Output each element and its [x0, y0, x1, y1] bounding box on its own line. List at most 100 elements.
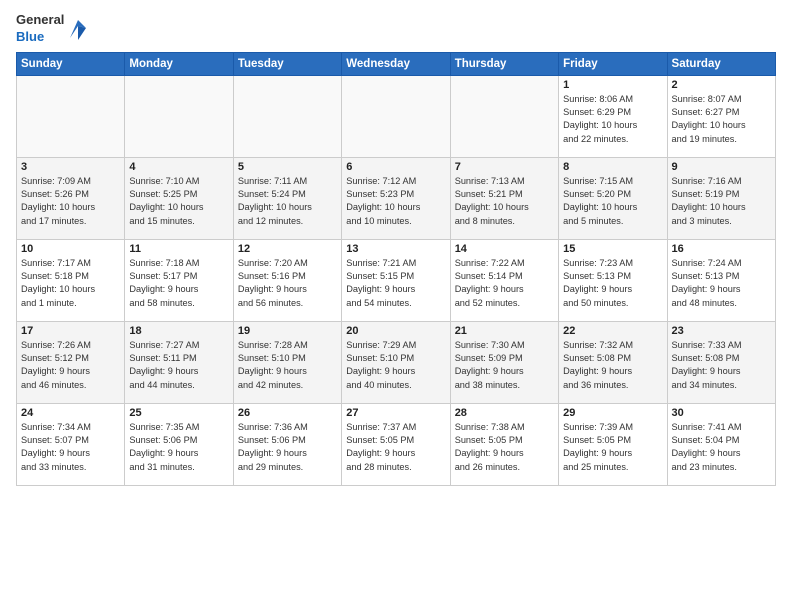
calendar-cell: 15Sunrise: 7:23 AMSunset: 5:13 PMDayligh…: [559, 239, 667, 321]
weekday-header-row: SundayMondayTuesdayWednesdayThursdayFrid…: [17, 52, 776, 75]
day-number: 27: [346, 407, 445, 419]
day-info: Sunrise: 8:06 AMSunset: 6:29 PMDaylight:…: [563, 93, 662, 146]
day-info: Sunrise: 7:11 AMSunset: 5:24 PMDaylight:…: [238, 175, 337, 228]
day-number: 4: [129, 161, 228, 173]
day-info: Sunrise: 7:18 AMSunset: 5:17 PMDaylight:…: [129, 257, 228, 310]
weekday-header-friday: Friday: [559, 52, 667, 75]
day-number: 15: [563, 243, 662, 255]
logo-text: General Blue: [16, 12, 64, 46]
calendar-cell: 17Sunrise: 7:26 AMSunset: 5:12 PMDayligh…: [17, 321, 125, 403]
day-number: 30: [672, 407, 771, 419]
day-info: Sunrise: 7:39 AMSunset: 5:05 PMDaylight:…: [563, 421, 662, 474]
day-number: 8: [563, 161, 662, 173]
calendar-cell: 6 Sunrise: 7:12 AMSunset: 5:23 PMDaylight…: [342, 157, 450, 239]
day-number: 24: [21, 407, 120, 419]
calendar-cell: 12 Sunrise: 7:20 AMSunset: 5:16 PMDayligh…: [233, 239, 341, 321]
calendar-cell: 22 Sunrise: 7:32 AMSunset: 5:08 PMDayligh…: [559, 321, 667, 403]
calendar-cell: 9 Sunrise: 7:16 AMSunset: 5:19 PMDaylight…: [667, 157, 775, 239]
logo-bird-icon: [68, 18, 86, 40]
day-info: Sunrise: 7:37 AMSunset: 5:05 PMDaylight:…: [346, 421, 445, 474]
day-number: 12: [238, 243, 337, 255]
day-number: 19: [238, 325, 337, 337]
calendar-cell: [342, 75, 450, 157]
calendar-cell: 7 Sunrise: 7:13 AMSunset: 5:21 PMDaylight…: [450, 157, 558, 239]
day-info: Sunrise: 7:38 AMSunset: 5:05 PMDaylight:…: [455, 421, 554, 474]
header: General Blue: [16, 12, 776, 46]
day-number: 1: [563, 79, 662, 91]
calendar-cell: 19Sunrise: 7:28 AMSunset: 5:10 PMDayligh…: [233, 321, 341, 403]
calendar-cell: 28 Sunrise: 7:38 AMSunset: 5:05 PMDayligh…: [450, 403, 558, 485]
day-info: Sunrise: 7:22 AMSunset: 5:14 PMDaylight:…: [455, 257, 554, 310]
calendar-cell: 29Sunrise: 7:39 AMSunset: 5:05 PMDayligh…: [559, 403, 667, 485]
day-info: Sunrise: 7:20 AMSunset: 5:16 PMDaylight:…: [238, 257, 337, 310]
day-info: Sunrise: 7:21 AMSunset: 5:15 PMDaylight:…: [346, 257, 445, 310]
calendar-cell: 1 Sunrise: 8:06 AMSunset: 6:29 PMDaylight…: [559, 75, 667, 157]
day-number: 28: [455, 407, 554, 419]
day-number: 26: [238, 407, 337, 419]
day-info: Sunrise: 7:13 AMSunset: 5:21 PMDaylight:…: [455, 175, 554, 228]
day-info: Sunrise: 7:41 AMSunset: 5:04 PMDaylight:…: [672, 421, 771, 474]
calendar-cell: 10Sunrise: 7:17 AMSunset: 5:18 PMDayligh…: [17, 239, 125, 321]
day-number: 14: [455, 243, 554, 255]
page: General Blue SundayMondayTuesdayWednesda…: [0, 0, 792, 612]
day-number: 7: [455, 161, 554, 173]
calendar-week-row: 3 Sunrise: 7:09 AMSunset: 5:26 PMDaylight…: [17, 157, 776, 239]
day-info: Sunrise: 7:27 AMSunset: 5:11 PMDaylight:…: [129, 339, 228, 392]
day-number: 3: [21, 161, 120, 173]
day-number: 23: [672, 325, 771, 337]
day-info: Sunrise: 7:34 AMSunset: 5:07 PMDaylight:…: [21, 421, 120, 474]
weekday-header-saturday: Saturday: [667, 52, 775, 75]
day-info: Sunrise: 7:30 AMSunset: 5:09 PMDaylight:…: [455, 339, 554, 392]
calendar-week-row: 10Sunrise: 7:17 AMSunset: 5:18 PMDayligh…: [17, 239, 776, 321]
calendar-cell: 16 Sunrise: 7:24 AMSunset: 5:13 PMDayligh…: [667, 239, 775, 321]
day-info: Sunrise: 7:26 AMSunset: 5:12 PMDaylight:…: [21, 339, 120, 392]
calendar-cell: 23 Sunrise: 7:33 AMSunset: 5:08 PMDayligh…: [667, 321, 775, 403]
day-number: 25: [129, 407, 228, 419]
day-info: Sunrise: 7:16 AMSunset: 5:19 PMDaylight:…: [672, 175, 771, 228]
calendar-cell: 8 Sunrise: 7:15 AMSunset: 5:20 PMDaylight…: [559, 157, 667, 239]
day-number: 16: [672, 243, 771, 255]
calendar-cell: 5 Sunrise: 7:11 AMSunset: 5:24 PMDaylight…: [233, 157, 341, 239]
day-info: Sunrise: 8:07 AMSunset: 6:27 PMDaylight:…: [672, 93, 771, 146]
calendar-cell: 14 Sunrise: 7:22 AMSunset: 5:14 PMDayligh…: [450, 239, 558, 321]
calendar-cell: 26 Sunrise: 7:36 AMSunset: 5:06 PMDayligh…: [233, 403, 341, 485]
calendar-cell: [450, 75, 558, 157]
day-number: 20: [346, 325, 445, 337]
day-number: 2: [672, 79, 771, 91]
day-number: 18: [129, 325, 228, 337]
day-number: 9: [672, 161, 771, 173]
day-info: Sunrise: 7:12 AMSunset: 5:23 PMDaylight:…: [346, 175, 445, 228]
calendar-table: SundayMondayTuesdayWednesdayThursdayFrid…: [16, 52, 776, 486]
calendar-week-row: 1 Sunrise: 8:06 AMSunset: 6:29 PMDaylight…: [17, 75, 776, 157]
day-info: Sunrise: 7:15 AMSunset: 5:20 PMDaylight:…: [563, 175, 662, 228]
weekday-header-thursday: Thursday: [450, 52, 558, 75]
calendar-cell: 4Sunrise: 7:10 AMSunset: 5:25 PMDaylight…: [125, 157, 233, 239]
day-number: 22: [563, 325, 662, 337]
weekday-header-tuesday: Tuesday: [233, 52, 341, 75]
day-number: 5: [238, 161, 337, 173]
calendar-cell: 25 Sunrise: 7:35 AMSunset: 5:06 PMDayligh…: [125, 403, 233, 485]
day-number: 6: [346, 161, 445, 173]
day-number: 10: [21, 243, 120, 255]
calendar-cell: 27 Sunrise: 7:37 AMSunset: 5:05 PMDayligh…: [342, 403, 450, 485]
weekday-header-sunday: Sunday: [17, 52, 125, 75]
calendar-cell: [233, 75, 341, 157]
day-number: 21: [455, 325, 554, 337]
day-info: Sunrise: 7:09 AMSunset: 5:26 PMDaylight:…: [21, 175, 120, 228]
calendar-week-row: 17Sunrise: 7:26 AMSunset: 5:12 PMDayligh…: [17, 321, 776, 403]
calendar-cell: 21 Sunrise: 7:30 AMSunset: 5:09 PMDayligh…: [450, 321, 558, 403]
day-info: Sunrise: 7:32 AMSunset: 5:08 PMDaylight:…: [563, 339, 662, 392]
calendar-cell: [125, 75, 233, 157]
calendar-cell: 11 Sunrise: 7:18 AMSunset: 5:17 PMDayligh…: [125, 239, 233, 321]
calendar-cell: 24 Sunrise: 7:34 AMSunset: 5:07 PMDayligh…: [17, 403, 125, 485]
weekday-header-wednesday: Wednesday: [342, 52, 450, 75]
day-info: Sunrise: 7:33 AMSunset: 5:08 PMDaylight:…: [672, 339, 771, 392]
day-info: Sunrise: 7:35 AMSunset: 5:06 PMDaylight:…: [129, 421, 228, 474]
day-number: 11: [129, 243, 228, 255]
day-info: Sunrise: 7:24 AMSunset: 5:13 PMDaylight:…: [672, 257, 771, 310]
calendar-cell: [17, 75, 125, 157]
calendar-cell: 18 Sunrise: 7:27 AMSunset: 5:11 PMDayligh…: [125, 321, 233, 403]
calendar-cell: 20Sunrise: 7:29 AMSunset: 5:10 PMDayligh…: [342, 321, 450, 403]
day-number: 13: [346, 243, 445, 255]
day-info: Sunrise: 7:36 AMSunset: 5:06 PMDaylight:…: [238, 421, 337, 474]
